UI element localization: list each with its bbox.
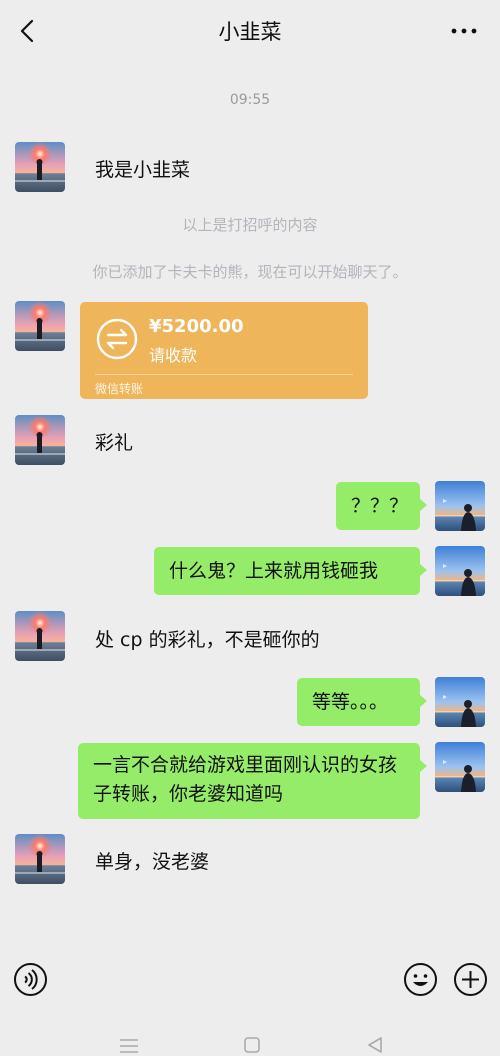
transfer-arrows-icon xyxy=(96,318,138,360)
contact-avatar[interactable] xyxy=(15,611,65,661)
transfer-note: 请收款 xyxy=(149,346,198,365)
menu-icon[interactable] xyxy=(118,1038,140,1054)
my-avatar[interactable] xyxy=(435,481,485,531)
message-text: 处 cp 的彩礼，不是砸你的 xyxy=(95,629,320,651)
more-dots-icon[interactable] xyxy=(450,20,478,42)
message-text: 彩礼 xyxy=(95,432,134,454)
message-bubble[interactable]: 什么鬼？上来就用钱砸我 xyxy=(154,547,427,595)
message-text: 单身，没老婆 xyxy=(95,851,210,873)
contact-avatar[interactable] xyxy=(15,301,65,351)
emoji-icon[interactable] xyxy=(403,962,438,997)
contact-avatar[interactable] xyxy=(15,415,65,465)
contact-avatar[interactable] xyxy=(15,142,65,192)
message-bubble[interactable]: 等等。。。 xyxy=(297,678,427,726)
message-bubble[interactable]: ？？？ xyxy=(336,482,427,530)
message-text: 我是小韭菜 xyxy=(95,159,191,181)
my-avatar[interactable] xyxy=(435,546,485,596)
message-text: 什么鬼？上来就用钱砸我 xyxy=(169,560,379,582)
transfer-card[interactable]: ¥5200.00 请收款 微信转账 xyxy=(80,302,368,399)
divider xyxy=(95,374,353,375)
system-note: 你已添加了卡夫卡的熊，现在可以开始聊天了。 xyxy=(92,263,408,281)
home-icon[interactable] xyxy=(243,1036,261,1054)
my-avatar[interactable] xyxy=(435,677,485,727)
my-avatar[interactable] xyxy=(435,742,485,792)
system-note: 以上是打招呼的内容 xyxy=(182,216,318,234)
message-bubble[interactable]: 一言不合就给游戏里面刚认识的女孩子转账，你老婆知道吗 xyxy=(78,743,427,819)
voice-icon[interactable] xyxy=(13,962,48,997)
contact-avatar[interactable] xyxy=(15,834,65,884)
message-text: 等等。。。 xyxy=(312,691,389,713)
page-title: 小韭菜 xyxy=(218,20,282,44)
message-text: 一言不合就给游戏里面刚认识的女孩子转账，你老婆知道吗 xyxy=(93,754,398,805)
back-triangle-icon[interactable] xyxy=(366,1036,384,1054)
transfer-amount: ¥5200.00 xyxy=(149,316,244,337)
plus-icon[interactable] xyxy=(453,962,488,997)
timestamp: 09:55 xyxy=(229,92,271,108)
message-text: ？？？ xyxy=(351,495,409,517)
transfer-footer: 微信转账 xyxy=(95,382,144,396)
chat-header: 小韭菜 xyxy=(0,0,500,62)
